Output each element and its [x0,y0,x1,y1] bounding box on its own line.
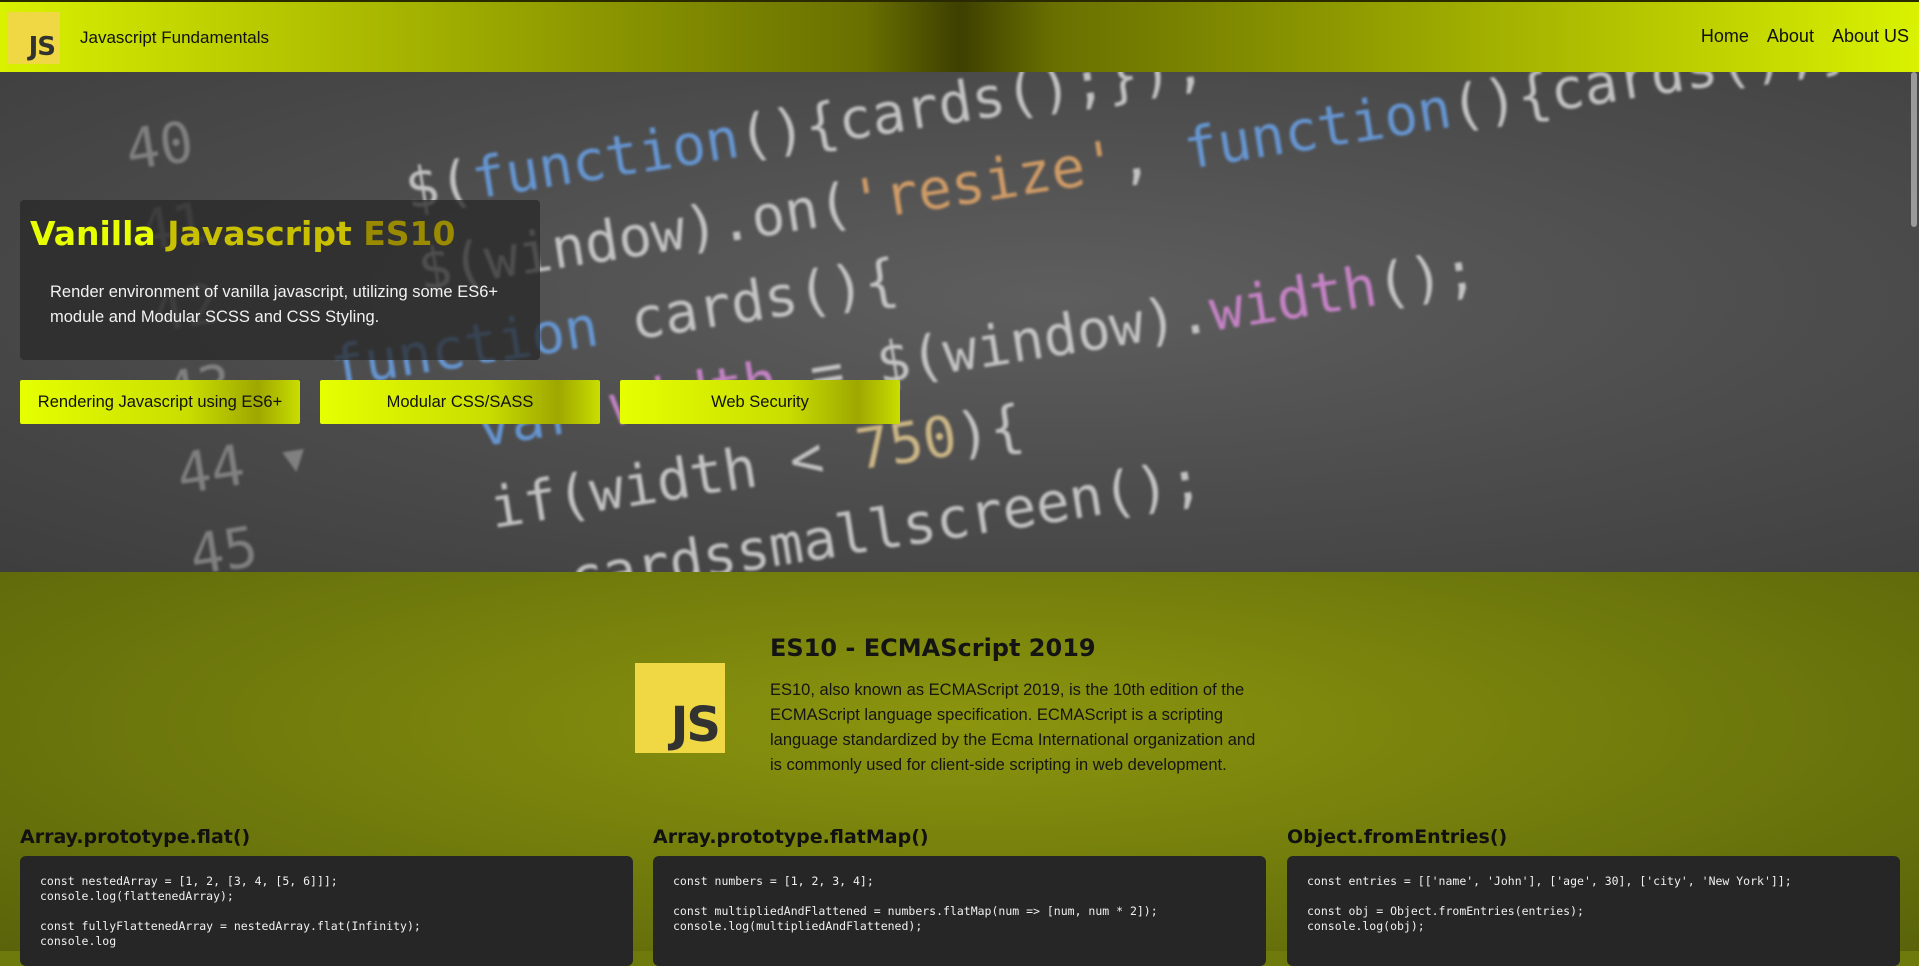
hero-title: Vanilla Javascript ES10 [30,214,455,253]
hero-description: Render environment of vanilla javascript… [50,283,499,326]
hero-title-part1: Vanilla [30,214,156,253]
card-title: Array.prototype.flatMap() [653,826,929,848]
logo-text: JS [28,32,56,62]
card-array-flat: Array.prototype.flat() const nestedArray… [20,826,633,966]
code-block[interactable]: const numbers = [1, 2, 3, 4]; const mult… [653,856,1266,966]
code-block[interactable]: const nestedArray = [1, 2, [3, 4, [5, 6]… [20,856,633,966]
hero-title-part3: ES10 [363,214,456,253]
card-title: Array.prototype.flat() [20,826,251,848]
logo-large-text: JS [670,697,721,753]
nav-link-about[interactable]: About [1767,26,1814,47]
js-logo-large-icon: JS [635,663,725,753]
es10-title: ES10 - ECMAScript 2019 [770,634,1096,662]
brand-title[interactable]: Javascript Fundamentals [80,28,269,48]
hero-section: 40 41 $(function(){cards();}); 42 $(wind… [0,72,1919,572]
card-array-flatmap: Array.prototype.flatMap() const numbers … [653,826,1266,966]
main-section: JS ES10 - ECMAScript 2019 ES10, also kno… [0,572,1919,966]
es10-description: ES10, also known as ECMAScript 2019, is … [770,681,1256,774]
nav-link-home[interactable]: Home [1701,26,1749,47]
hero-title-part2: Javascript [167,214,352,253]
card-title: Object.fromEntries() [1287,826,1508,848]
rendering-javascript-button[interactable]: Rendering Javascript using ES6+ [20,380,300,424]
nav-link-about-us[interactable]: About US [1832,26,1909,47]
code-block[interactable]: const entries = [['name', 'John'], ['age… [1287,856,1900,966]
scrollbar-thumb[interactable] [1911,72,1917,227]
nav-links: Home About About US [1701,26,1909,47]
modular-css-button[interactable]: Modular CSS/SASS [320,380,600,424]
js-logo-icon[interactable]: JS [8,12,60,64]
card-object-fromentries: Object.fromEntries() const entries = [['… [1287,826,1900,966]
hero-card: Vanilla Javascript ES10 Render environme… [20,200,540,360]
web-security-button[interactable]: Web Security [620,380,900,424]
navbar: JS Javascript Fundamentals Home About Ab… [0,0,1919,72]
page-scrollbar[interactable] [1909,72,1919,951]
